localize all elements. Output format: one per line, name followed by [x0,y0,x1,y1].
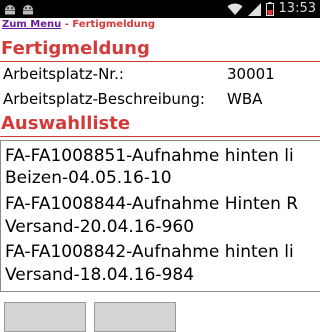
signal-icon [247,2,261,16]
notification-icons [3,2,35,16]
list-item-line[interactable]: Beizen-04.05.16-10 [5,167,172,190]
page-title: Fertigmeldung [1,38,150,59]
list-divider [0,136,320,137]
workplace-description-label: Arbeitsplatz-Beschreibung: [3,90,205,108]
workplace-number-label: Arbeitsplatz-Nr.: [3,65,124,83]
clock: 13:53 [278,1,316,16]
android-debug-icon [23,5,33,15]
status-bar: 13:53 [0,0,320,18]
list-item-line[interactable]: FA-FA1008842-Aufnahme hinten li [5,241,294,264]
system-icons: 13:53 [227,1,316,17]
action-button-2[interactable] [94,302,176,332]
android-debug-icon [5,5,15,15]
menu-link[interactable]: Zum Menu [2,19,61,30]
wifi-icon [227,3,243,15]
breadcrumb-separator: - [61,19,73,30]
list-item-line[interactable]: Versand-18.04.16-984 [5,264,194,287]
list-item-line[interactable]: FA-FA1008851-Aufnahme hinten li [5,145,294,168]
action-button-1[interactable] [4,302,86,332]
breadcrumb-current: Fertigmeldung [72,19,156,30]
workplace-description-value: WBA [227,90,263,108]
selection-list-title: Auswahlliste [1,113,131,134]
title-divider [0,61,320,62]
breadcrumb: Zum Menu - Fertigmeldung [2,18,155,32]
battery-icon [265,2,274,16]
list-item-line[interactable]: Versand-20.04.16-960 [5,216,194,239]
selection-listbox[interactable]: FA-FA1008851-Aufnahme hinten li Beizen-0… [0,140,320,292]
list-item-line[interactable]: FA-FA1008844-Aufnahme Hinten R [5,193,298,216]
workplace-number-value: 30001 [227,65,275,83]
